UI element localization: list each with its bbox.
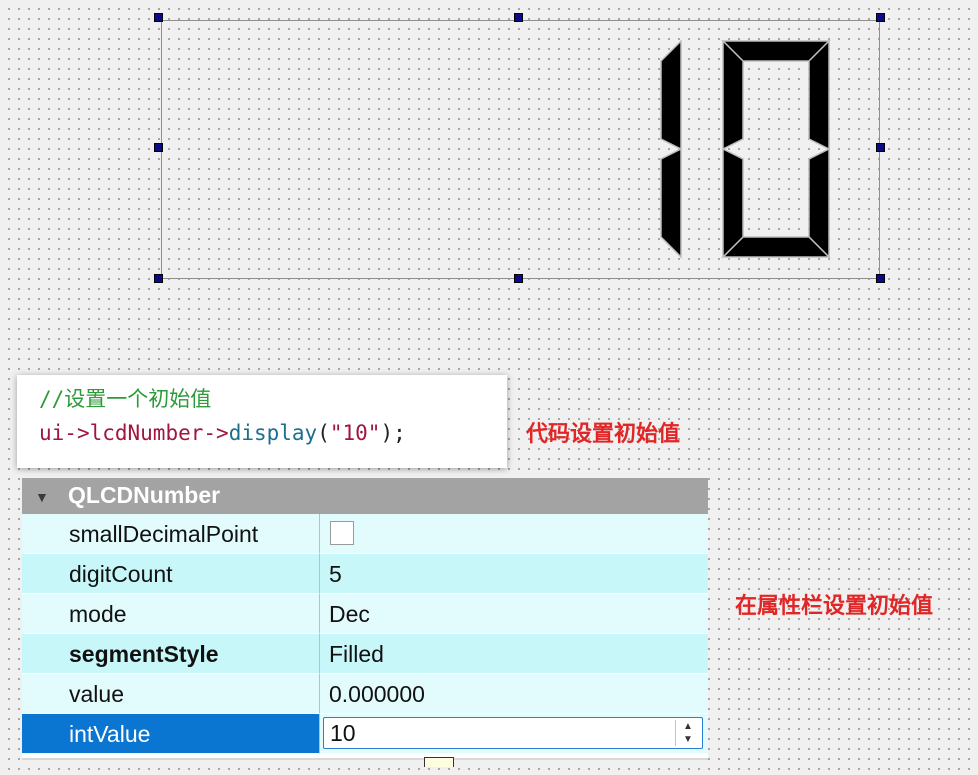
intvalue-input[interactable] [330, 720, 660, 746]
code-snippet: //设置一个初始值 ui->lcdNumber->display("10"); [17, 375, 507, 468]
property-value-cell[interactable]: 0.000000 [320, 674, 708, 714]
lcd-segment-b [660, 39, 682, 151]
property-row-intvalue[interactable]: intValue ▲ ▼ [22, 714, 708, 754]
code-paren-open: ( [317, 421, 330, 445]
property-value-cell[interactable]: Dec [320, 594, 708, 634]
resize-handle-bottom-left[interactable] [154, 274, 163, 283]
annotation-code-init: 代码设置初始值 [526, 422, 681, 447]
widget-edge-fragment [424, 757, 454, 767]
resize-handle-middle-left[interactable] [154, 143, 163, 152]
class-name: QLCDNumber [68, 482, 221, 508]
property-value: 5 [329, 561, 342, 587]
property-name-cell: digitCount [22, 554, 320, 594]
property-editor: ▼ QLCDNumber smallDecimalPoint digitCoun… [22, 478, 708, 760]
code-comment: //设置一个初始值 [39, 387, 212, 411]
resize-handle-bottom-center[interactable] [514, 274, 523, 283]
property-value-cell[interactable]: 5 [320, 554, 708, 594]
resize-handle-top-right[interactable] [876, 13, 885, 22]
resize-handle-top-center[interactable] [514, 13, 523, 22]
property-name: digitCount [69, 561, 173, 587]
property-name: mode [69, 601, 127, 627]
property-row-segmentstyle[interactable]: segmentStyle Filled [22, 634, 708, 674]
property-name-cell: intValue [22, 714, 320, 754]
property-name: smallDecimalPoint [69, 521, 259, 547]
property-row-digitcount[interactable]: digitCount 5 [22, 554, 708, 594]
code-arrow-1: -> [64, 421, 90, 445]
resize-handle-bottom-right[interactable] [876, 274, 885, 283]
resize-handle-top-left[interactable] [154, 13, 163, 22]
property-name-cell: mode [22, 594, 320, 634]
property-name-cell: segmentStyle [22, 634, 320, 674]
lcd-digits-display [660, 39, 831, 259]
panel-bottom-edge [22, 758, 708, 760]
lcd-segment-f [722, 39, 744, 151]
lcd-segment-e [722, 147, 744, 259]
property-name-cell: smallDecimalPoint [22, 514, 320, 554]
code-paren-close: ); [380, 421, 406, 445]
spin-up-icon[interactable]: ▲ [676, 720, 700, 733]
code-func-display: display [228, 421, 318, 445]
class-header-qlcdnumber[interactable]: ▼ QLCDNumber [22, 478, 708, 514]
property-value-cell[interactable]: ▲ ▼ [320, 714, 708, 754]
lcd-segment-c [660, 147, 682, 259]
lcd-segment-b [808, 39, 830, 151]
resize-handle-middle-right[interactable] [876, 143, 885, 152]
spin-down-icon[interactable]: ▼ [676, 733, 700, 746]
code-string-arg: "10" [329, 421, 381, 445]
property-value-cell[interactable] [320, 514, 708, 554]
intvalue-spinbox[interactable]: ▲ ▼ [323, 717, 703, 749]
property-name: segmentStyle [69, 641, 219, 667]
small-decimal-point-checkbox[interactable] [330, 521, 354, 545]
collapse-arrow-icon[interactable]: ▼ [35, 489, 49, 505]
lcd-number-widget[interactable] [161, 20, 880, 279]
property-value: Filled [329, 641, 384, 667]
spin-buttons: ▲ ▼ [675, 720, 700, 746]
code-comment-line: //设置一个初始值 [39, 382, 507, 416]
code-ident-ui: ui [39, 421, 65, 445]
property-value: 0.000000 [329, 681, 425, 707]
property-name: value [69, 681, 124, 707]
property-row-value[interactable]: value 0.000000 [22, 674, 708, 714]
property-row-smalldecimalpoint[interactable]: smallDecimalPoint [22, 514, 708, 554]
property-name: intValue [69, 721, 151, 747]
code-member-lcdnumber: lcdNumber [89, 421, 204, 445]
code-statement-line: ui->lcdNumber->display("10"); [39, 416, 507, 450]
code-arrow-2: -> [203, 421, 229, 445]
property-name-cell: value [22, 674, 320, 714]
lcd-digits-group [660, 39, 831, 259]
property-value-cell[interactable]: Filled [320, 634, 708, 674]
property-row-mode[interactable]: mode Dec [22, 594, 708, 634]
property-value: Dec [329, 601, 370, 627]
annotation-property-init: 在属性栏设置初始值 [735, 594, 934, 619]
